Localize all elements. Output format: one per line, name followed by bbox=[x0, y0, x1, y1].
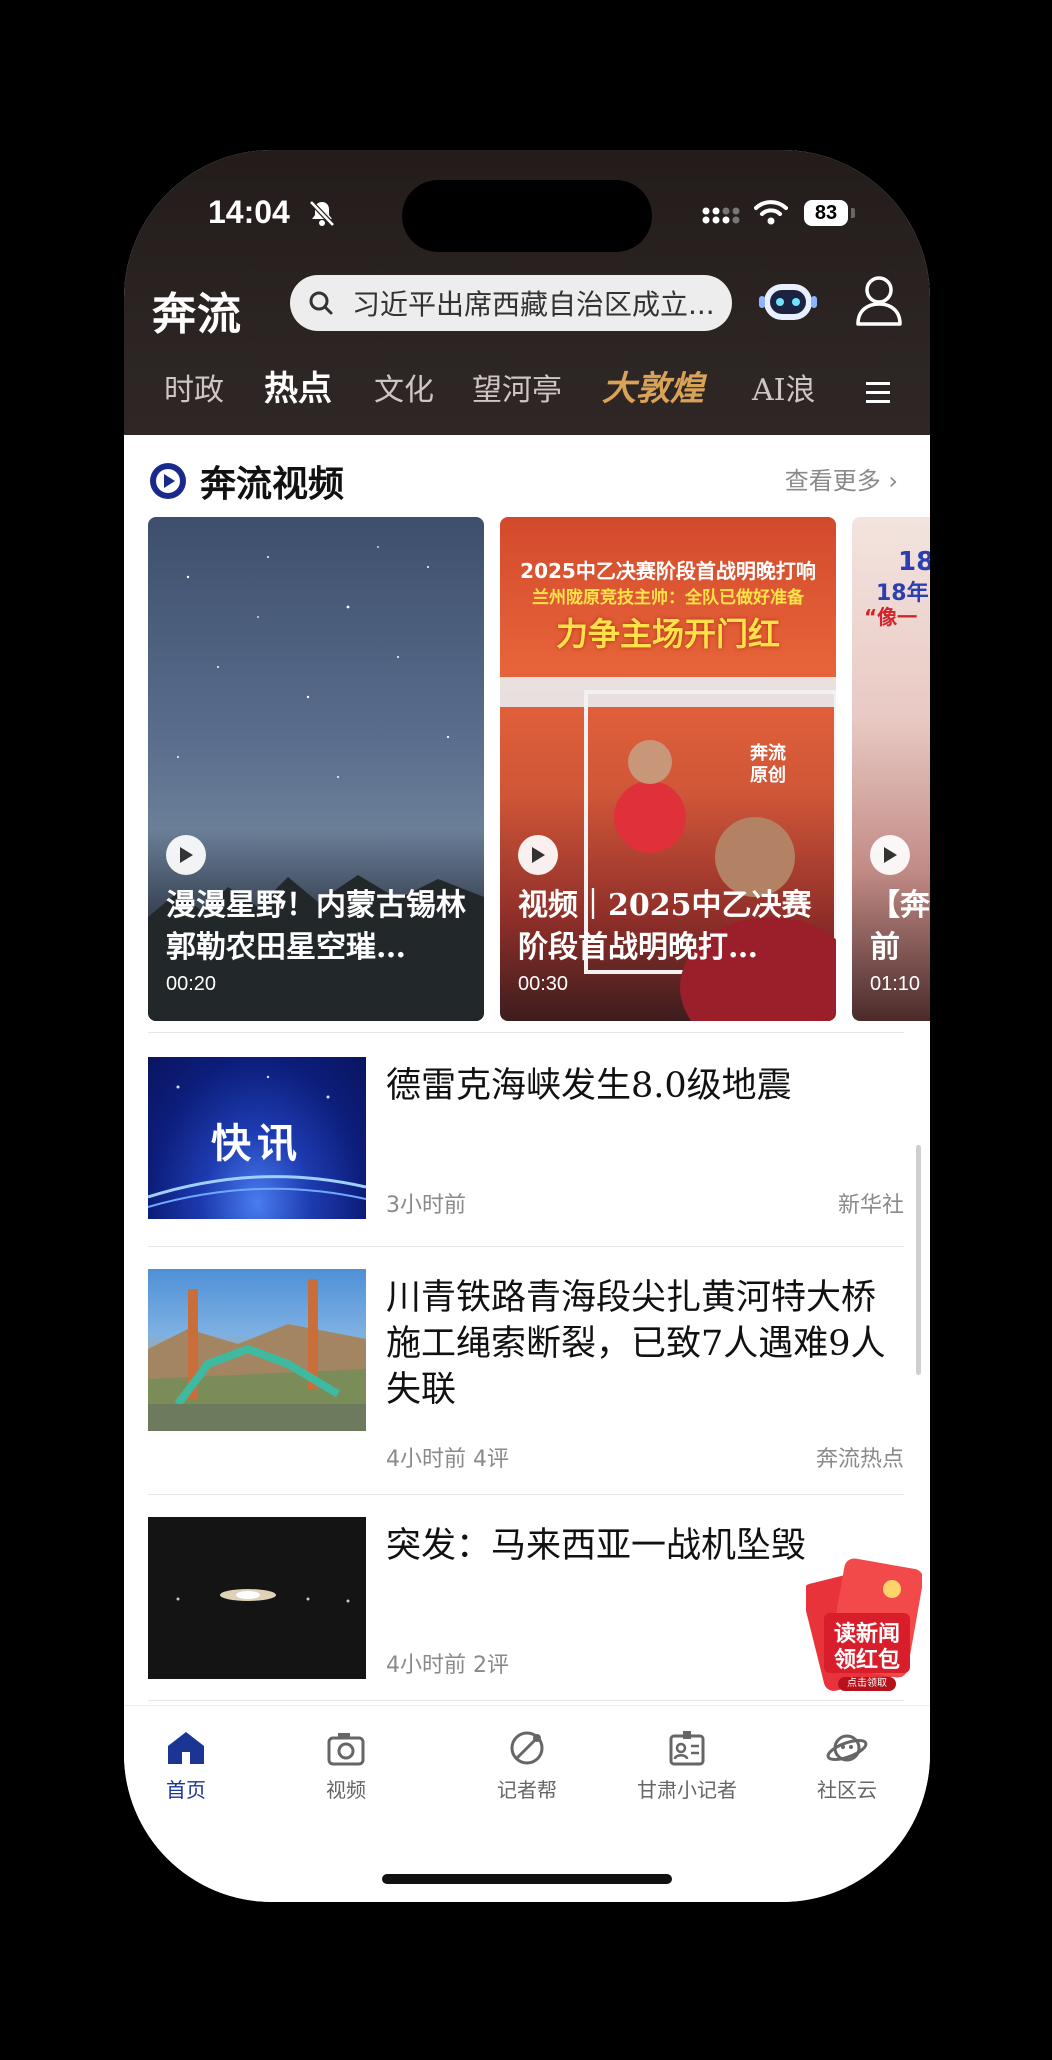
video-card[interactable]: 18 18年 “像一 【奔…前她… 01:10 bbox=[852, 517, 930, 1021]
top-bar: 14:04 83 奔流 习近平出席西藏自治区成立... 时政 热点 文化 望河亭… bbox=[124, 150, 930, 435]
red-packet-button[interactable]: 读新闻 领红包 点击领取 bbox=[806, 1555, 922, 1695]
video-card[interactable]: 漫漫星野！内蒙古锡林郭勒农田星空璀… 00:20 bbox=[148, 517, 484, 1021]
video-section-title: 奔流视频 bbox=[200, 463, 345, 505]
tab-label: 视频 bbox=[326, 1778, 366, 1802]
tab-label: 甘肃小记者 bbox=[637, 1778, 737, 1802]
divider bbox=[148, 1494, 904, 1495]
video-title: 【奔…前她… bbox=[870, 888, 930, 965]
robot-assistant-icon[interactable] bbox=[758, 276, 818, 328]
tab-home[interactable]: 首页 bbox=[126, 1726, 246, 1803]
cellular-signal-icon bbox=[702, 207, 740, 224]
bell-muted-icon bbox=[309, 200, 335, 227]
planet-icon bbox=[826, 1734, 868, 1762]
tab-reporter-help[interactable]: 记者帮 bbox=[467, 1726, 587, 1803]
id-card-icon bbox=[669, 1731, 705, 1766]
tab-da-dunhuang[interactable]: 大敦煌 bbox=[602, 361, 704, 410]
home-indicator[interactable] bbox=[382, 1874, 672, 1884]
search-placeholder: 习近平出席西藏自治区成立... bbox=[352, 288, 715, 321]
news-thumbnail: 快讯 bbox=[148, 1057, 366, 1219]
news-meta: 3小时前 bbox=[386, 1193, 466, 1218]
news-thumbnail bbox=[148, 1269, 366, 1431]
overlay-caption-2: 兰州陇原竞技主帅：全队已做好准备 bbox=[532, 588, 804, 608]
night-crash-image bbox=[176, 1589, 350, 1603]
news-title: 德雷克海峡发生8.0级地震 bbox=[386, 1066, 792, 1106]
red-packet-hint: 点击领取 bbox=[838, 1677, 896, 1691]
tab-redian[interactable]: 热点 bbox=[264, 361, 332, 410]
red-packet-line1: 读新闻 bbox=[833, 1622, 900, 1647]
video-title: 漫漫星野！内蒙古锡林郭勒农田星空璀… bbox=[166, 888, 466, 965]
feed: 奔流视频 查看更多 › 漫漫星野！内蒙古锡林郭勒农田星空璀… 00:20 202… bbox=[124, 435, 930, 1705]
watermark: 奔流 原创 bbox=[750, 743, 786, 786]
channel-nav: 时政 热点 文化 望河亭 大敦煌 AI浪 bbox=[124, 365, 930, 425]
video-carousel[interactable]: 漫漫星野！内蒙古锡林郭勒农田星空璀… 00:20 2025中乙决赛阶段首战明晚打… bbox=[148, 517, 930, 1021]
news-source: 奔流热点 bbox=[815, 1447, 904, 1472]
app-logo[interactable]: 奔流 bbox=[152, 278, 242, 342]
video-duration: 01:10 bbox=[870, 973, 921, 995]
compass-icon bbox=[510, 1731, 544, 1765]
see-more-link[interactable]: 查看更多 › bbox=[785, 461, 898, 496]
overlay-caption-1: 2025中乙决赛阶段首战明晚打响 bbox=[520, 559, 816, 583]
home-icon bbox=[168, 1732, 204, 1764]
tab-ai-lang[interactable]: AI浪 bbox=[752, 365, 816, 409]
tab-shizheng[interactable]: 时政 bbox=[164, 365, 224, 409]
thumbnail-label: 快讯 bbox=[211, 1121, 303, 1167]
news-meta: 4小时前 4评 bbox=[386, 1447, 509, 1472]
play-button[interactable] bbox=[870, 835, 910, 875]
news-thumbnail bbox=[148, 1517, 366, 1679]
search-bar[interactable]: 习近平出席西藏自治区成立... bbox=[290, 275, 732, 331]
tab-wanghe-ting[interactable]: 望河亭 bbox=[472, 365, 562, 409]
search-icon bbox=[308, 288, 338, 318]
divider bbox=[148, 1246, 904, 1247]
user-icon[interactable] bbox=[854, 274, 904, 328]
tab-label: 社区云 bbox=[817, 1778, 877, 1802]
camera-icon bbox=[327, 1733, 365, 1766]
tab-community-cloud[interactable]: 社区云 bbox=[787, 1726, 907, 1803]
battery-tip bbox=[851, 208, 855, 218]
play-button[interactable] bbox=[166, 835, 206, 875]
tab-little-reporter[interactable]: 甘肃小记者 bbox=[627, 1726, 747, 1803]
bridge-construction-image bbox=[148, 1279, 366, 1431]
video-title: 视频｜2025中乙决赛阶段首战明晚打… bbox=[518, 888, 812, 965]
news-source: 新华社 bbox=[837, 1193, 904, 1218]
tab-video[interactable]: 视频 bbox=[286, 1726, 406, 1803]
overlay-caption-3: “像一 bbox=[864, 605, 918, 629]
divider bbox=[148, 1700, 904, 1701]
play-circle-icon bbox=[150, 463, 186, 499]
phone-screen: 14:04 83 奔流 习近平出席西藏自治区成立... 时政 热点 文化 望河亭… bbox=[124, 150, 930, 1902]
video-duration: 00:30 bbox=[518, 973, 569, 995]
news-item[interactable]: 快讯 德雷克海峡发生8.0级地震 3小时前 新华社 bbox=[148, 1057, 904, 1247]
overlay-caption-3: 力争主场开门红 bbox=[555, 615, 780, 653]
tab-label: 记者帮 bbox=[497, 1778, 557, 1802]
divider bbox=[148, 1032, 904, 1033]
status-time: 14:04 bbox=[208, 194, 290, 230]
see-more-label: 查看更多 bbox=[784, 467, 881, 495]
tab-label: 首页 bbox=[166, 1778, 206, 1802]
news-meta: 4小时前 2评 bbox=[386, 1653, 509, 1678]
video-card[interactable]: 2025中乙决赛阶段首战明晚打响 兰州陇原竞技主帅：全队已做好准备 力争主场开门… bbox=[500, 517, 836, 1021]
bottom-tab-bar: 首页 视频 记者帮 甘肃小记者 社区云 bbox=[124, 1705, 930, 1902]
overlay-caption-1: 18 bbox=[898, 547, 930, 577]
scrollbar[interactable] bbox=[916, 1145, 921, 1375]
play-icon bbox=[180, 847, 193, 863]
tab-wenhua[interactable]: 文化 bbox=[374, 365, 434, 409]
video-duration: 00:20 bbox=[166, 973, 217, 995]
battery-indicator: 83 bbox=[804, 200, 848, 226]
news-item[interactable]: 川青铁路青海段尖扎黄河特大桥施工绳索断裂，已致7人遇难9人失联 4小时前 4评 … bbox=[148, 1269, 904, 1489]
play-icon bbox=[884, 847, 897, 863]
dynamic-island bbox=[402, 180, 652, 252]
wifi-icon bbox=[754, 200, 788, 225]
red-packet-line2: 领红包 bbox=[833, 1648, 900, 1673]
news-title: 川青铁路青海段尖扎黄河特大桥施工绳索断裂，已致7人遇难9人失联 bbox=[386, 1278, 886, 1410]
news-item[interactable]: 突发：马来西亚一战机坠毁 4小时前 2评 国 bbox=[148, 1517, 904, 1705]
video-section-header: 奔流视频 bbox=[148, 455, 344, 507]
play-button[interactable] bbox=[518, 835, 558, 875]
play-icon bbox=[532, 847, 545, 863]
hamburger-menu-icon[interactable] bbox=[864, 380, 892, 406]
